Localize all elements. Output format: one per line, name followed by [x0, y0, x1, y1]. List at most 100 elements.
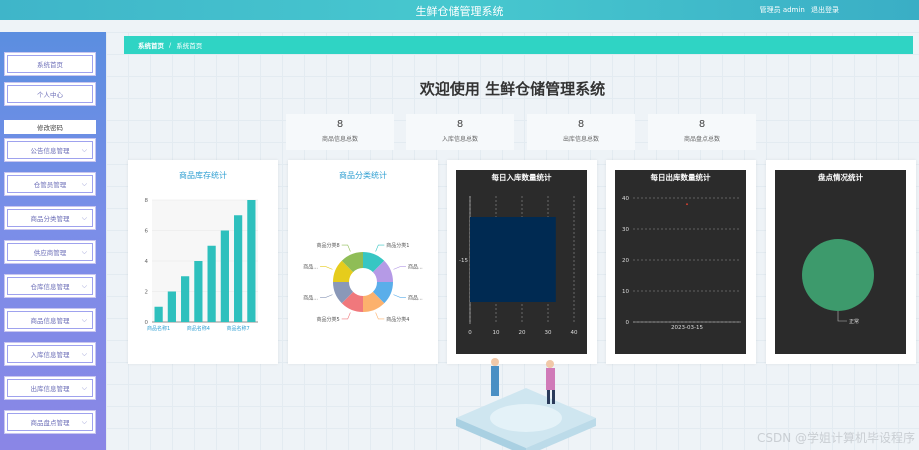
stat-label: 出库信息总数 [562, 136, 599, 143]
sidebar-item-label: 仓库信息管理 [30, 283, 70, 291]
bar [154, 306, 163, 322]
chevron-down-icon: ⌵ [81, 282, 87, 290]
sidebar-item-label: 修改密码 [37, 124, 63, 132]
label-leader [341, 244, 351, 252]
sidebar-item[interactable]: 商品信息管理 ⌵ [4, 308, 96, 332]
sidebar-item-label: 供应商管理 [33, 249, 67, 257]
slice-label: 正常 [849, 318, 859, 325]
stat-card-inbound: 8 入库信息总数 [406, 114, 514, 150]
sidebar-item-label: 商品信息管理 [30, 317, 70, 325]
y-tick-label: 0 [626, 320, 630, 326]
chevron-down-icon: ⌵ [81, 316, 87, 324]
sidebar-item-label: 入库信息管理 [30, 351, 70, 359]
stat-value: 8 [456, 119, 464, 130]
x-tick-label: 商品名称7 [227, 325, 250, 332]
label-leader [320, 294, 333, 298]
sidebar-item-label: 系统首页 [37, 61, 63, 69]
y-tick-label: 20 [622, 258, 629, 264]
stock-chart-card: 商品库存统计 0 2 4 6 8 商品名称1 商品名称4 商品名称7 [128, 160, 278, 364]
sidebar-item-label: 公告信息管理 [30, 147, 70, 155]
bar [167, 291, 176, 322]
bar [470, 217, 556, 302]
sidebar-item[interactable]: 商品分类管理 ⌵ [4, 206, 96, 230]
sidebar-item[interactable]: 修改密码 [4, 120, 96, 134]
sidebar-item[interactable]: 公告信息管理 ⌵ [4, 138, 96, 162]
sidebar-item[interactable]: 仓库信息管理 ⌵ [4, 274, 96, 298]
slice-label: 商品... [303, 294, 318, 301]
chevron-down-icon: ⌵ [81, 384, 87, 392]
chart-dark-panel: 每日入库数量统计 0 10 20 30 40 -15 [456, 170, 587, 354]
y-tick-label: 4 [145, 259, 149, 265]
sidebar-item-label: 商品盘点管理 [30, 419, 70, 427]
label-leader [375, 244, 385, 252]
stat-card-outbound: 8 出库信息总数 [527, 114, 635, 150]
welcome-title: 欢迎使用 生鲜仓储管理系统 [419, 80, 606, 98]
slice-label: 商品... [408, 264, 423, 271]
outbound-scatter-chart: 0 10 20 30 40 2023-03-15 [622, 196, 741, 331]
y-tick-label: -15 [459, 258, 468, 264]
stat-label: 商品信息总数 [321, 136, 358, 143]
logout-link[interactable]: 退出登录 [811, 6, 839, 14]
chevron-down-icon: ⌵ [81, 180, 87, 188]
chevron-down-icon: ⌵ [81, 350, 87, 358]
sidebar-item-label: 仓管员管理 [33, 181, 67, 189]
outbound-chart-card: 每日出库数量统计 0 10 20 30 40 2023-03-15 [606, 160, 756, 364]
sidebar-item[interactable]: 仓管员管理 ⌵ [4, 172, 96, 196]
category-chart-card: 商品分类统计 商品分类1 商品... 商品... 商品分类4 商品分类5 商品... 商品.… [288, 160, 438, 364]
slice-label: 商品... [303, 264, 318, 271]
chevron-down-icon: ⌵ [81, 146, 87, 154]
sidebar-item[interactable]: 个人中心 [4, 82, 96, 106]
stat-value: 8 [336, 119, 344, 130]
bar [220, 230, 229, 322]
label-leader [320, 266, 333, 270]
y-tick-label: 8 [145, 198, 149, 204]
bar [247, 200, 256, 322]
stat-card-goods: 8 商品信息总数 [286, 114, 394, 150]
slice-label: 商品分类4 [386, 316, 409, 323]
x-tick-label: 商品名称4 [187, 325, 210, 332]
slice-label: 商品... [408, 294, 423, 301]
chart-dark-panel: 每日出库数量统计 0 10 20 30 40 2023-03-15 [615, 170, 746, 354]
sidebar-item[interactable]: 入库信息管理 ⌵ [4, 342, 96, 366]
x-tick-label: 20 [519, 330, 526, 336]
bar [234, 215, 243, 322]
bar [207, 245, 216, 322]
bar [194, 261, 203, 322]
label-leader [375, 312, 385, 320]
label-leader [393, 294, 406, 298]
chevron-down-icon: ⌵ [81, 248, 87, 256]
breadcrumb-current: 系统首页 [176, 42, 203, 50]
sidebar-item[interactable]: 系统首页 [4, 52, 96, 76]
chart-dark-panel: 盘点情况统计 正常 [775, 170, 906, 354]
x-tick-label: 商品名称1 [147, 325, 170, 332]
stat-card-inventory: 8 商品盘点总数 [648, 114, 756, 150]
main-content: 系统首页 / 系统首页 欢迎使用 生鲜仓储管理系统 8 商品信息总数 8 入库信… [106, 32, 919, 450]
watermark: CSDN @学姐计算机毕设程序 [756, 431, 915, 445]
label-leader [341, 312, 351, 320]
sidebar-item[interactable]: 供应商管理 ⌵ [4, 240, 96, 264]
x-tick-label: 10 [493, 330, 500, 336]
sidebar-item-label: 出库信息管理 [30, 385, 70, 393]
chevron-down-icon: ⌵ [81, 418, 87, 426]
y-tick-label: 30 [622, 227, 629, 233]
pie-slice [802, 239, 874, 311]
stat-label: 入库信息总数 [441, 136, 478, 143]
data-point [686, 203, 688, 206]
sidebar-item-label: 个人中心 [37, 91, 63, 99]
stat-value: 8 [577, 119, 585, 130]
x-tick-label: 0 [468, 330, 472, 336]
breadcrumb: 系统首页 / 系统首页 [124, 36, 913, 54]
inbound-bar-chart: 0 10 20 30 40 -15 [459, 196, 578, 336]
stat-value: 8 [698, 119, 706, 130]
sidebar-item-label: 商品分类管理 [30, 215, 70, 223]
sidebar-item[interactable]: 商品盘点管理 ⌵ [4, 410, 96, 434]
user-area: 管理员 admin 退出登录 [756, 5, 839, 15]
slice-label: 商品分类8 [317, 242, 340, 249]
chevron-down-icon: ⌵ [81, 214, 87, 222]
stat-label: 商品盘点总数 [683, 136, 720, 143]
y-tick-label: 6 [145, 229, 149, 235]
sidebar-item[interactable]: 出库信息管理 ⌵ [4, 376, 96, 400]
bar [181, 276, 190, 322]
breadcrumb-home-link[interactable]: 系统首页 [138, 40, 164, 50]
category-donut-chart: 商品分类1 商品... 商品... 商品分类4 商品分类5 商品... 商品... 商品分类8 [303, 242, 423, 323]
